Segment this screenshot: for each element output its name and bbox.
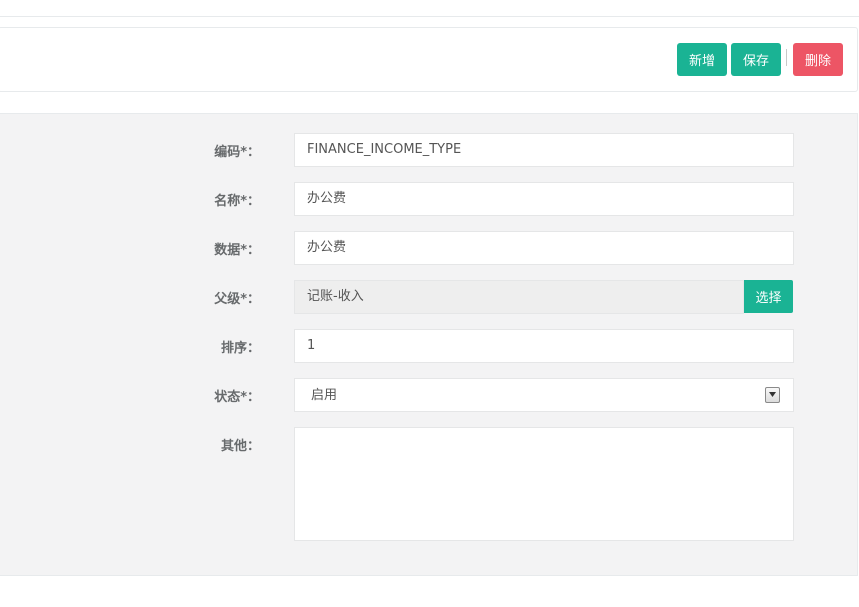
status-select-value: 启用: [311, 388, 338, 403]
data-input[interactable]: 办公费: [294, 231, 794, 265]
parent-label: 父级*：: [214, 292, 260, 307]
sort-label: 排序：: [220, 341, 260, 356]
sort-input[interactable]: 1: [294, 329, 794, 363]
data-label: 数据*：: [214, 243, 260, 258]
status-label: 状态*：: [214, 390, 260, 405]
select-parent-button[interactable]: 选择: [744, 280, 793, 313]
code-input[interactable]: FINANCE_INCOME_TYPE: [294, 133, 794, 167]
add-button[interactable]: 新增: [677, 43, 727, 76]
parent-input[interactable]: 记账-收入: [294, 280, 744, 314]
top-strip: [0, 0, 859, 17]
toolbar-divider: [786, 49, 787, 66]
status-select[interactable]: 启用: [294, 378, 794, 412]
save-button[interactable]: 保存: [731, 43, 781, 76]
other-textarea[interactable]: [294, 427, 794, 541]
chevron-down-icon[interactable]: [765, 387, 780, 403]
name-input[interactable]: 办公费: [294, 182, 794, 216]
delete-button[interactable]: 删除: [793, 43, 843, 76]
toolbar-panel: [0, 27, 858, 92]
name-label: 名称*：: [214, 194, 260, 209]
other-label: 其他：: [220, 439, 260, 454]
code-label: 编码*：: [214, 145, 260, 160]
